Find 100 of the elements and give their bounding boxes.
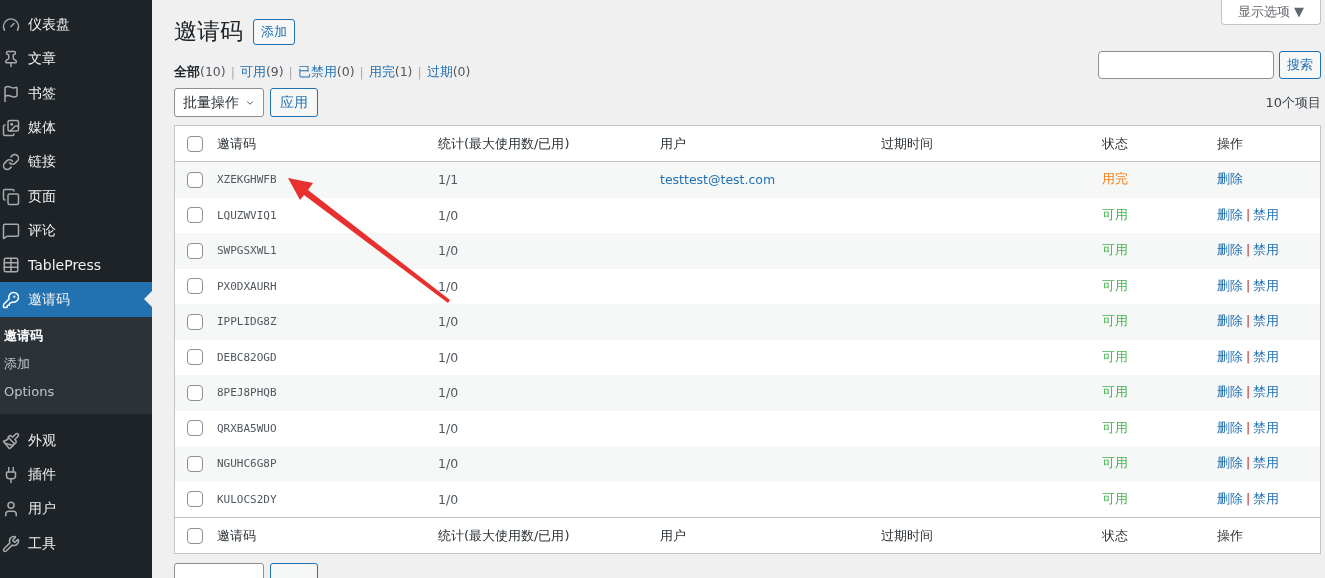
bulk-actions-select[interactable]: 批量操作 (174, 88, 264, 117)
disable-link[interactable]: 禁用 (1253, 206, 1280, 224)
status-label: 可用 (1102, 277, 1129, 295)
disable-link[interactable]: 禁用 (1253, 242, 1280, 260)
invite-code: QRXBA5WUO (217, 421, 278, 435)
invite-code: IPPLIDG8Z (217, 315, 278, 329)
status-label: 可用 (1102, 490, 1129, 508)
filter-link[interactable]: 可用(9) (239, 64, 284, 81)
separator: | (1246, 455, 1251, 473)
column-header: 用户 (660, 134, 687, 153)
row-checkbox[interactable] (187, 491, 203, 508)
add-button[interactable]: 添加 (253, 18, 295, 45)
delete-link[interactable]: 删除 (1217, 242, 1243, 260)
sidebar-item[interactable]: 评论 (0, 213, 152, 249)
submenu-item[interactable]: 邀请码 (0, 321, 152, 350)
row-checkbox[interactable] (187, 207, 203, 224)
separator: | (417, 65, 422, 80)
apply-button[interactable]: 应用 (270, 88, 318, 117)
separator: | (1246, 313, 1251, 331)
column-header: 统计(最大使用数/已用) (438, 526, 571, 545)
separator: | (1246, 384, 1251, 402)
menu-icon (2, 221, 20, 240)
delete-link[interactable]: 删除 (1217, 455, 1243, 473)
sidebar-item[interactable]: 工具 (0, 526, 152, 561)
delete-link[interactable]: 删除 (1217, 384, 1243, 402)
separator: | (1246, 419, 1251, 437)
column-header: 邀请码 (217, 134, 257, 153)
sidebar-item[interactable]: 仪表盘 (0, 8, 152, 43)
sidebar-item[interactable]: 插件 (0, 457, 152, 493)
column-header: 统计(最大使用数/已用) (438, 134, 571, 153)
separator: | (1246, 206, 1251, 224)
submenu-item[interactable]: Options (0, 377, 152, 406)
search-field[interactable] (1098, 51, 1274, 79)
filter-link[interactable]: 全部(10) (174, 64, 226, 81)
separator: | (359, 65, 364, 80)
sidebar-item[interactable]: 媒体 (0, 110, 152, 146)
sidebar-item[interactable]: 用户 (0, 492, 152, 527)
row-checkbox[interactable] (187, 171, 203, 188)
select-all-checkbox[interactable] (187, 135, 203, 152)
delete-link[interactable]: 删除 (1217, 419, 1243, 437)
disable-link[interactable]: 禁用 (1253, 384, 1280, 402)
row-checkbox[interactable] (187, 455, 203, 472)
column-header: 用户 (660, 526, 687, 545)
row-checkbox[interactable] (187, 313, 203, 330)
delete-link[interactable]: 删除 (1217, 313, 1243, 331)
sidebar-item[interactable]: 页面 (0, 179, 152, 214)
screen-options-button[interactable]: 显示选项 ▼ (1221, 0, 1321, 25)
disable-link[interactable]: 禁用 (1253, 490, 1280, 508)
submenu-item[interactable]: 添加 (0, 349, 152, 378)
row-checkbox[interactable] (187, 420, 203, 437)
sidebar-item[interactable]: TablePress (0, 248, 152, 283)
separator: | (1246, 348, 1251, 366)
column-header: 操作 (1217, 526, 1244, 545)
sidebar-item[interactable]: 外观 (0, 423, 152, 458)
filter-link[interactable]: 用完(1) (368, 64, 413, 81)
separator: | (1246, 490, 1251, 508)
delete-link[interactable]: 删除 (1217, 206, 1243, 224)
invite-code: PX0DXAURH (217, 279, 278, 293)
menu-icon (2, 534, 20, 553)
sidebar-item[interactable]: 链接 (0, 145, 152, 180)
user-email-link[interactable]: testtest@test.com (660, 172, 881, 188)
search-button[interactable]: 搜索 (1279, 51, 1321, 79)
delete-link[interactable]: 删除 (1217, 171, 1243, 189)
filter-link[interactable]: 过期(0) (426, 64, 471, 81)
usage-stats: 1/0 (438, 314, 460, 330)
item-count: 10个项目 (1265, 93, 1321, 112)
disable-link[interactable]: 禁用 (1253, 313, 1280, 331)
separator: | (1246, 242, 1251, 260)
invite-code: KULOCS2DY (217, 492, 278, 506)
menu-icon (2, 290, 20, 309)
delete-link[interactable]: 删除 (1217, 277, 1243, 295)
menu-icon (2, 256, 20, 275)
usage-stats: 1/0 (438, 349, 460, 365)
row-checkbox[interactable] (187, 384, 203, 401)
filter-link[interactable]: 已禁用(0) (297, 64, 355, 81)
disable-link[interactable]: 禁用 (1253, 455, 1280, 473)
row-checkbox[interactable] (187, 278, 203, 295)
delete-link[interactable]: 删除 (1217, 490, 1243, 508)
status-label: 可用 (1102, 348, 1129, 366)
column-header: 过期时间 (881, 134, 934, 153)
column-header: 邀请码 (217, 526, 257, 545)
page-title: 邀请码 (174, 17, 243, 46)
usage-stats: 1/0 (438, 456, 460, 472)
row-checkbox[interactable] (187, 349, 203, 366)
select-all-checkbox[interactable] (187, 527, 203, 544)
disable-link[interactable]: 禁用 (1253, 277, 1280, 295)
status-label: 可用 (1102, 313, 1129, 331)
menu-icon (2, 84, 20, 103)
sidebar-item[interactable]: 文章 (0, 42, 152, 77)
sidebar-item[interactable]: 书签 (0, 76, 152, 111)
column-header: 状态 (1102, 134, 1129, 153)
row-checkbox[interactable] (187, 242, 203, 259)
separator: | (1246, 277, 1251, 295)
sidebar-item[interactable]: 邀请码 (0, 282, 152, 317)
usage-stats: 1/0 (438, 207, 460, 223)
usage-stats: 1/0 (438, 243, 460, 259)
invite-code: LQUZWVIQ1 (217, 208, 278, 222)
disable-link[interactable]: 禁用 (1253, 419, 1280, 437)
disable-link[interactable]: 禁用 (1253, 348, 1280, 366)
delete-link[interactable]: 删除 (1217, 348, 1243, 366)
